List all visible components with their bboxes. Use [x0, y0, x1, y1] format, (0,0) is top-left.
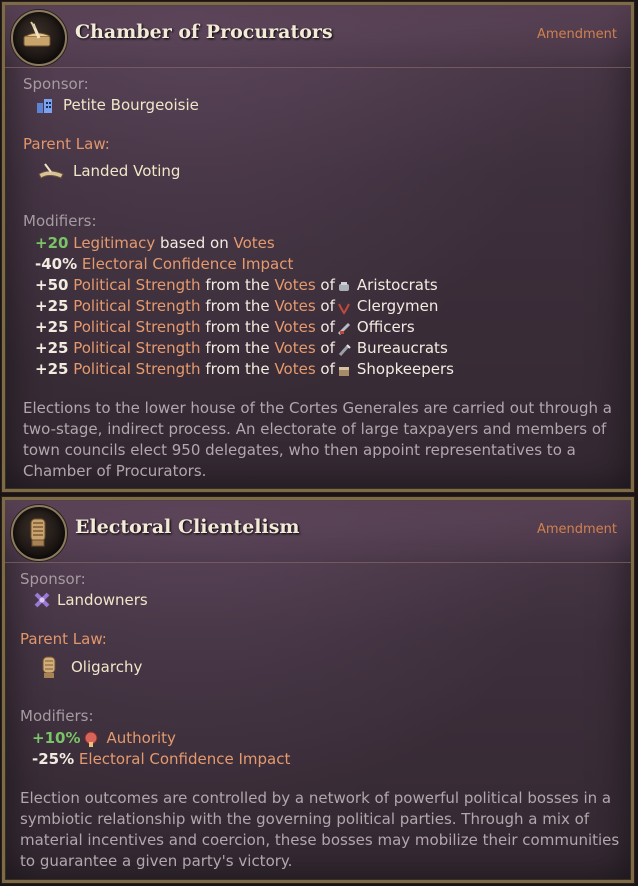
- petite-bourgeoisie-icon: [35, 96, 55, 114]
- aristocrats-icon: [337, 279, 351, 293]
- law-type-tag: Amendment: [536, 27, 617, 42]
- sponsor-name: Petite Bourgeoisie: [63, 96, 199, 114]
- parent-law-label: Parent Law:: [23, 135, 110, 153]
- clergymen-icon: [337, 300, 351, 315]
- law-description: Elections to the lower house of the Cort…: [23, 399, 612, 480]
- sponsor-name: Landowners: [57, 591, 148, 609]
- parent-law-label: Parent Law:: [20, 630, 107, 648]
- law-tooltip-chamber-of-procurators: Chamber of Procurators Amendment Sponsor…: [1, 1, 635, 493]
- votes-link[interactable]: Votes: [234, 233, 275, 254]
- modifiers-list: +20 Legitimacy based on Votes -40% Elect…: [35, 233, 454, 380]
- officers-icon: [337, 321, 351, 335]
- law-type-tag: Amendment: [536, 522, 617, 537]
- modifier-row[interactable]: +50 Political Strength from the Votes of…: [35, 275, 454, 296]
- modifier-row[interactable]: +25 Political Strength from the Votes of…: [35, 359, 454, 380]
- oligarchy-icon: [39, 655, 59, 679]
- modifier-row[interactable]: +25 Political Strength from the Votes of…: [35, 338, 454, 359]
- law-description: Election outcomes are controlled by a ne…: [20, 789, 620, 870]
- gauntlet-icon: [11, 505, 67, 561]
- parent-law-name: Oligarchy: [71, 658, 143, 676]
- modifier-row[interactable]: +25 Political Strength from the Votes of…: [35, 296, 454, 317]
- parent-law-name: Landed Voting: [73, 162, 181, 180]
- shopkeepers-icon: [337, 363, 351, 377]
- sponsor-label: Sponsor:: [23, 75, 89, 93]
- parent-law-value[interactable]: Oligarchy: [39, 655, 142, 679]
- sponsor-value[interactable]: Landowners: [33, 591, 148, 609]
- law-title: Electoral Clientelism: [75, 516, 300, 538]
- scroll-quill-icon: [11, 10, 67, 66]
- modifier-row[interactable]: +20 Legitimacy based on Votes: [35, 233, 454, 254]
- landowners-icon: [33, 591, 51, 609]
- law-tooltip-electoral-clientelism: Electoral Clientelism Amendment Sponsor:…: [1, 496, 635, 884]
- legitimacy-link[interactable]: Legitimacy: [73, 233, 155, 254]
- law-title: Chamber of Procurators: [75, 21, 333, 43]
- tooltip-header: Chamber of Procurators Amendment: [5, 5, 631, 68]
- sponsor-label: Sponsor:: [20, 570, 86, 588]
- modifier-row[interactable]: +10% Authority: [32, 728, 290, 749]
- modifier-row[interactable]: +25 Political Strength from the Votes of…: [35, 317, 454, 338]
- tooltip-header: Electoral Clientelism Amendment: [5, 500, 631, 563]
- landed-voting-icon: [37, 162, 65, 180]
- modifier-row[interactable]: -25% Electoral Confidence Impact: [32, 749, 290, 770]
- authority-icon: [82, 730, 100, 748]
- modifiers-list: +10% Authority -25% Electoral Confidence…: [32, 728, 290, 770]
- sponsor-value[interactable]: Petite Bourgeoisie: [35, 96, 199, 114]
- modifiers-label: Modifiers:: [23, 212, 97, 230]
- modifiers-label: Modifiers:: [20, 707, 94, 725]
- modifier-row[interactable]: -40% Electoral Confidence Impact: [35, 254, 454, 275]
- parent-law-value[interactable]: Landed Voting: [37, 162, 180, 180]
- bureaucrats-icon: [337, 342, 351, 356]
